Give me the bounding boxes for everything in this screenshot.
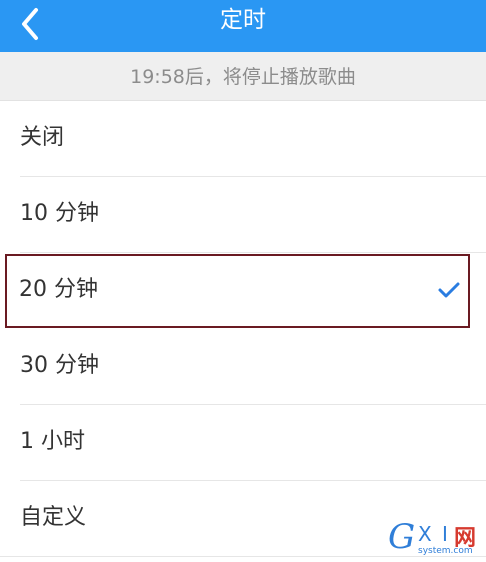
option-label: 关闭 bbox=[20, 125, 65, 150]
option-label: 10 分钟 bbox=[20, 201, 99, 226]
checkmark-icon bbox=[437, 281, 461, 299]
timer-status-text: 19:58后，将停止播放歌曲 bbox=[0, 52, 486, 101]
watermark-xi: X I bbox=[418, 522, 450, 546]
option-1-hour[interactable]: 1 小时 bbox=[0, 405, 486, 481]
watermark-g: G bbox=[388, 517, 416, 557]
option-off[interactable]: 关闭 bbox=[0, 101, 486, 177]
option-30-minutes[interactable]: 30 分钟 bbox=[0, 329, 486, 405]
option-label: 1 小时 bbox=[20, 429, 85, 454]
option-20-minutes[interactable]: 20 分钟 bbox=[4, 253, 471, 329]
site-watermark-logo: G X I 网 system.com bbox=[388, 518, 482, 560]
option-label: 30 分钟 bbox=[20, 353, 99, 378]
top-bar: 定时 bbox=[0, 0, 486, 52]
option-10-minutes[interactable]: 10 分钟 bbox=[0, 177, 486, 253]
timer-option-list: 关闭 10 分钟 20 分钟 30 分钟 1 小时 自定义 bbox=[0, 101, 486, 557]
option-label: 20 分钟 bbox=[19, 277, 98, 302]
watermark-domain: system.com bbox=[418, 546, 473, 556]
option-label: 自定义 bbox=[20, 505, 87, 530]
page-title: 定时 bbox=[220, 7, 266, 33]
